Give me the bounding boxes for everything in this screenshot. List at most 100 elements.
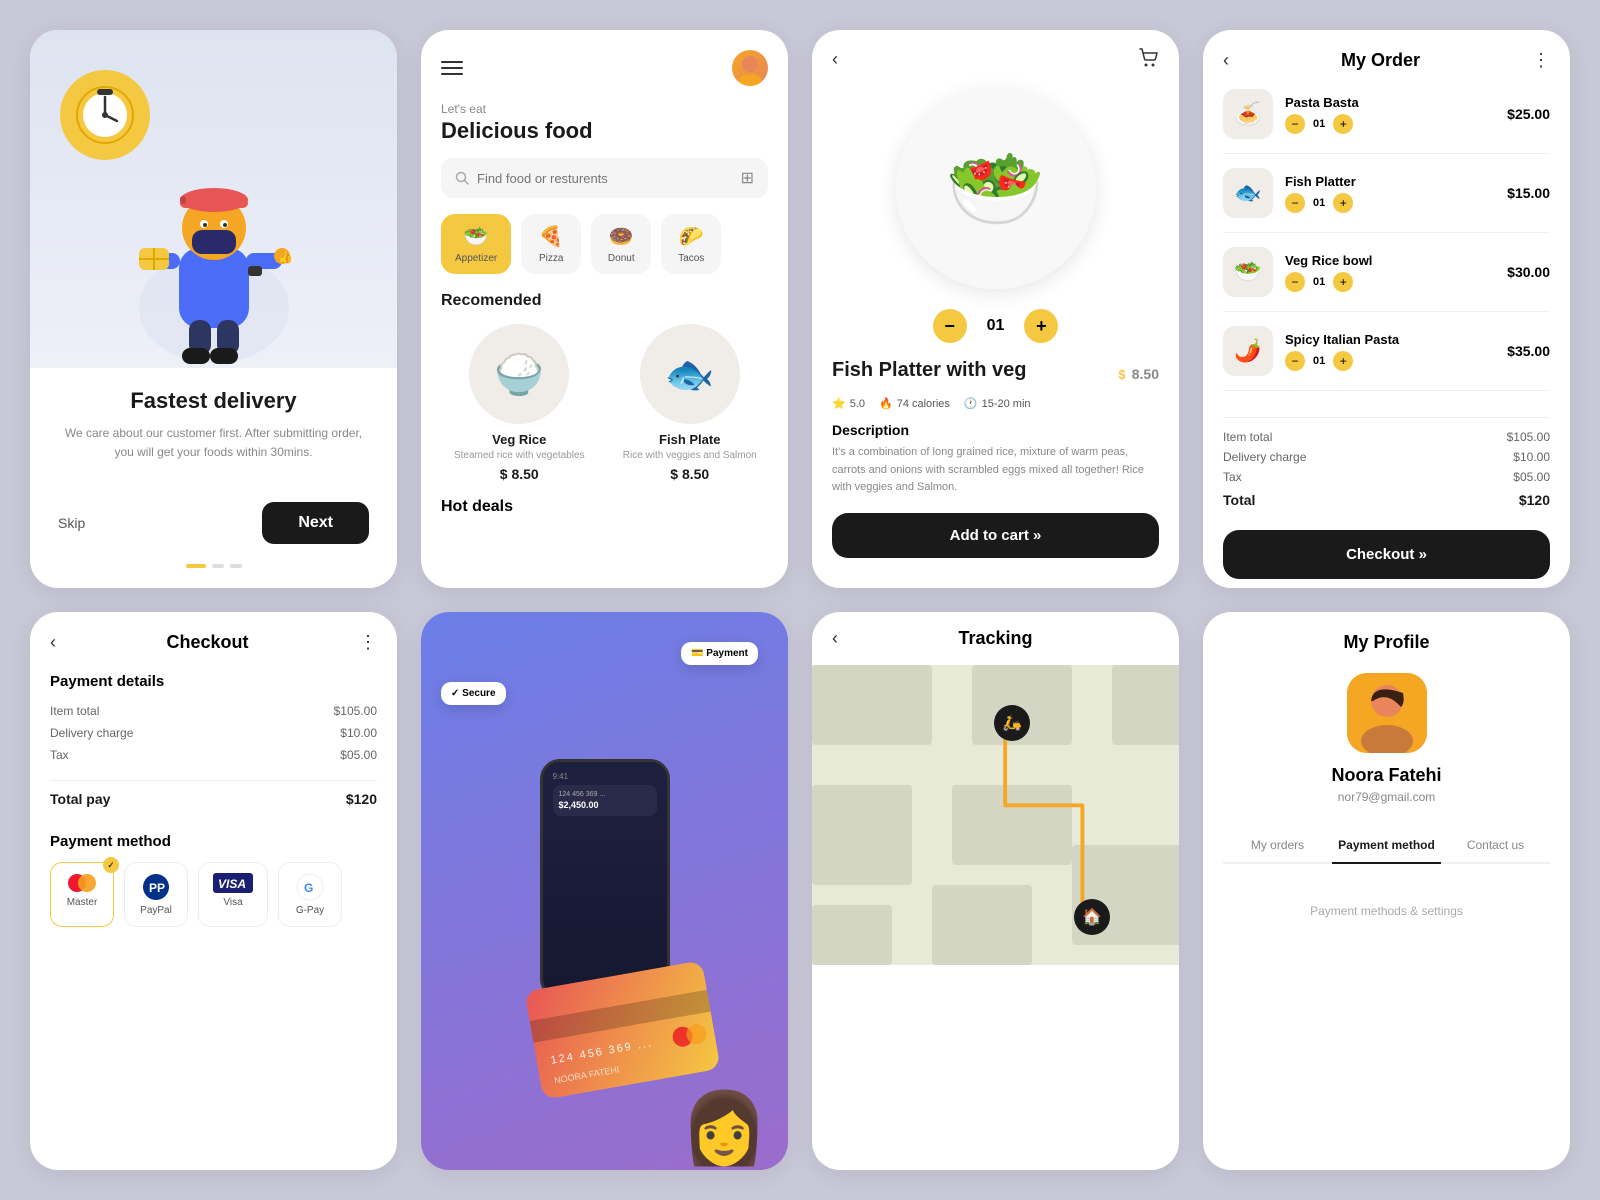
category-donut[interactable]: 🍩 Donut	[591, 214, 651, 274]
checkout-total: Total pay $120	[50, 780, 377, 807]
mastercard-icon	[66, 873, 98, 893]
total-row: Total $120	[1223, 492, 1550, 508]
tracking-map: 🛵 🏠	[812, 665, 1179, 965]
dish-calories: 🔥 74 calories	[879, 397, 950, 410]
food-card-vegrice[interactable]: 🍚 Veg Rice Steamed rice with vegetables …	[441, 324, 598, 482]
back-button[interactable]: ‹	[832, 46, 838, 73]
delivery-label: Delivery charge	[1223, 450, 1306, 464]
vegrice-qty-ctrl: − 01 +	[1285, 272, 1495, 292]
search-input[interactable]	[477, 171, 741, 186]
dot-1	[186, 564, 206, 568]
delivery-row: Delivery charge $10.00	[1223, 450, 1550, 464]
dish-price: $ 8.50	[1118, 359, 1159, 385]
checkout-tax-value: $05.00	[340, 748, 377, 762]
skip-button[interactable]: Skip	[58, 515, 85, 531]
dot-3	[230, 564, 242, 568]
category-tacos[interactable]: 🌮 Tacos	[661, 214, 721, 274]
clock-icon	[60, 70, 150, 160]
svg-text:PP: PP	[149, 881, 165, 895]
dot-2	[212, 564, 224, 568]
onboarding-title: Fastest delivery	[58, 388, 369, 414]
tab-payment-method[interactable]: Payment method	[1332, 828, 1441, 864]
fish-increase[interactable]: +	[1333, 193, 1353, 213]
checkout-delivery-value: $10.00	[340, 726, 377, 740]
tracking-back-button[interactable]: ‹	[832, 628, 838, 649]
checkout-button[interactable]: Checkout »	[1223, 530, 1550, 579]
visa-icon: VISA	[213, 873, 253, 893]
category-pizza[interactable]: 🍕 Pizza	[521, 214, 581, 274]
profile-card: My Profile Noora Fatehi nor79@gmail.com …	[1203, 612, 1570, 1170]
fish-decrease[interactable]: −	[1285, 193, 1305, 213]
add-to-cart-button[interactable]: Add to cart »	[832, 513, 1159, 558]
checkout-tax-label: Tax	[50, 748, 69, 762]
quantity-increase-button[interactable]: +	[1024, 309, 1058, 343]
order-item-vegrice: 🥗 Veg Rice bowl − 01 + $30.00	[1223, 247, 1550, 312]
quantity-control: − 01 +	[812, 309, 1179, 343]
search-bar[interactable]: ⊞	[441, 158, 768, 198]
spicy-qty-ctrl: − 01 +	[1285, 351, 1495, 371]
menu-heading: Delicious food	[441, 118, 768, 144]
spicy-increase[interactable]: +	[1333, 351, 1353, 371]
delivery-pin: 🛵	[994, 705, 1030, 741]
spicy-price: $35.00	[1507, 343, 1550, 359]
payment-gpay[interactable]: G G-Pay	[278, 862, 342, 927]
payment-method-title: Payment method	[50, 833, 377, 850]
item-total-value: $105.00	[1507, 430, 1550, 444]
spicy-name: Spicy Italian Pasta	[1285, 332, 1495, 347]
checkout-total-value: $120	[346, 791, 377, 807]
pasta-decrease[interactable]: −	[1285, 114, 1305, 134]
food-card-fishplate[interactable]: 🐟 Fish Plate Rice with veggies and Salmo…	[612, 324, 769, 482]
food-menu-card: Let's eat Delicious food ⊞ 🥗 Appetizer 🍕…	[421, 30, 788, 588]
dish-name: Fish Platter with veg	[832, 359, 1118, 382]
order-item-pasta: 🍝 Pasta Basta − 01 + $25.00	[1223, 89, 1550, 154]
dish-rating: ⭐ 5.0	[832, 397, 865, 410]
pasta-increase[interactable]: +	[1333, 114, 1353, 134]
quantity-decrease-button[interactable]: −	[933, 309, 967, 343]
fish-info: Fish Platter − 01 +	[1285, 174, 1495, 213]
delivery-person-svg: 👍	[124, 148, 304, 368]
next-button[interactable]: Next	[262, 502, 369, 544]
floating-badge-1: 💳 Payment	[681, 642, 758, 665]
home-pin: 🏠	[1074, 899, 1110, 935]
checkout-more-button[interactable]: ⋮	[359, 632, 377, 653]
vegrice-increase[interactable]: +	[1333, 272, 1353, 292]
tracking-card: ‹ Tracking 🛵 🏠	[812, 612, 1179, 1170]
order-more-button[interactable]: ⋮	[1532, 50, 1550, 71]
hamburger-menu[interactable]	[441, 61, 463, 75]
tax-value: $05.00	[1513, 470, 1550, 484]
pizza-label: Pizza	[539, 253, 563, 264]
donut-label: Donut	[608, 253, 635, 264]
payment-visa[interactable]: VISA Visa	[198, 862, 268, 927]
total-label: Total	[1223, 492, 1255, 508]
master-label: Master	[67, 897, 98, 908]
category-appetizer[interactable]: 🥗 Appetizer	[441, 214, 511, 274]
dish-detail-card: ‹ 🥗 − 01 + Fish Platter with veg $ 8.50 …	[812, 30, 1179, 588]
payment-details-title: Payment details	[50, 673, 377, 690]
tacos-icon: 🌮	[679, 224, 704, 249]
dish-header: Fish Platter with veg $ 8.50	[832, 359, 1159, 385]
spicy-decrease[interactable]: −	[1285, 351, 1305, 371]
pasta-qty: 01	[1313, 118, 1325, 130]
vegrice-decrease[interactable]: −	[1285, 272, 1305, 292]
filter-icon[interactable]: ⊞	[741, 168, 754, 188]
svg-text:G: G	[304, 881, 313, 895]
checkout-header: ‹ Checkout ⋮	[50, 632, 377, 653]
order-item-spicy: 🌶️ Spicy Italian Pasta − 01 + $35.00	[1223, 326, 1550, 391]
tax-row: Tax $05.00	[1223, 470, 1550, 484]
payment-paypal[interactable]: PP PayPal	[124, 862, 188, 927]
profile-avatar	[1347, 673, 1427, 753]
cart-button[interactable]	[1137, 46, 1159, 73]
gpay-icon: G	[296, 873, 324, 901]
vegrice-price: $ 8.50	[441, 466, 598, 482]
tab-my-orders[interactable]: My orders	[1223, 828, 1332, 862]
onboarding-text: Fastest delivery We care about our custo…	[30, 368, 397, 502]
payment-master[interactable]: ✓ Master	[50, 862, 114, 927]
promo-person: 👩	[681, 1088, 768, 1170]
tab-contact-us[interactable]: Contact us	[1441, 828, 1550, 862]
tacos-label: Tacos	[678, 253, 704, 264]
order-items-list: 🍝 Pasta Basta − 01 + $25.00 🐟 Fish Platt…	[1223, 89, 1550, 405]
order-item-fish: 🐟 Fish Platter − 01 + $15.00	[1223, 168, 1550, 233]
item-total-label: Item total	[1223, 430, 1272, 444]
user-avatar[interactable]	[732, 50, 768, 86]
fishplate-desc: Rice with veggies and Salmon	[612, 450, 769, 461]
